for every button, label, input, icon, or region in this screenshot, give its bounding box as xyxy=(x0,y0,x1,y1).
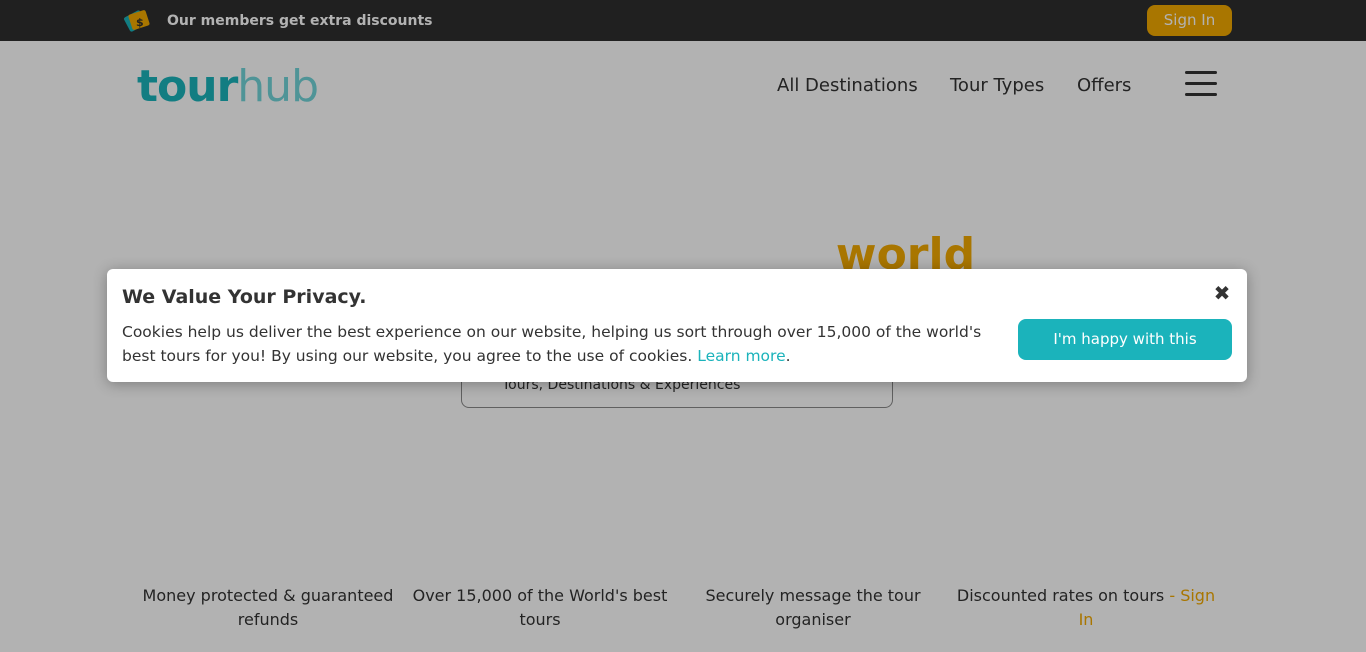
cookie-consent-modal: We Value Your Privacy. Cookies help us d… xyxy=(107,269,1247,382)
close-icon[interactable]: ✖ xyxy=(1212,282,1232,304)
cookie-body-text: Cookies help us deliver the best experie… xyxy=(122,323,982,365)
accept-cookies-button[interactable]: I'm happy with this xyxy=(1018,319,1232,360)
cookie-body-period: . xyxy=(785,347,791,365)
cookie-body: Cookies help us deliver the best experie… xyxy=(122,320,1002,368)
learn-more-link[interactable]: Learn more xyxy=(697,347,785,365)
cookie-title: We Value Your Privacy. xyxy=(122,286,367,308)
